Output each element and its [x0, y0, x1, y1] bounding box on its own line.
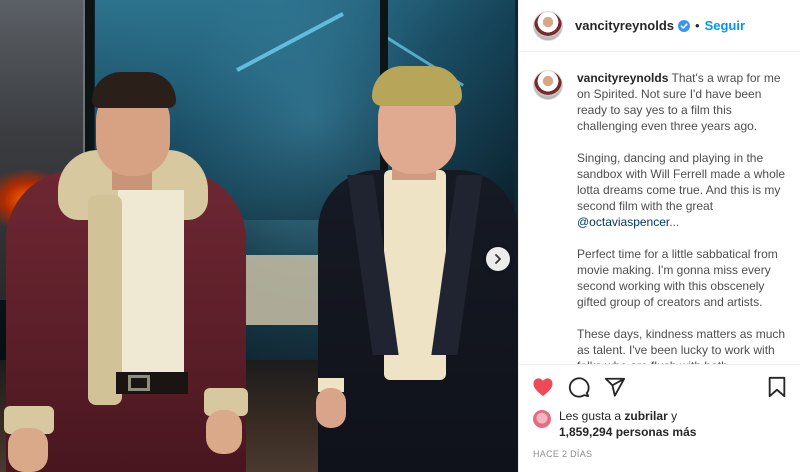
separator-dot: • [695, 18, 700, 33]
follow-button[interactable]: Seguir [705, 18, 745, 33]
caption-username[interactable]: vancityreynolds [577, 71, 668, 85]
likes-conj: y [667, 409, 678, 423]
action-bar [519, 364, 800, 408]
liker-avatar[interactable] [533, 410, 551, 428]
post-header: vancityreynolds • Seguir [519, 0, 800, 52]
paper-plane-icon [604, 377, 626, 397]
person-left-hand [206, 410, 242, 454]
caption-comment: vancityreynolds That's a wrap for me on … [533, 70, 787, 364]
comment-bubble-icon [568, 376, 590, 398]
liker-username[interactable]: zubrilar [624, 409, 667, 423]
verified-badge-icon [678, 19, 690, 32]
comment-button[interactable] [567, 375, 591, 399]
person-left-hand [8, 428, 48, 472]
likes-count[interactable]: 1,859,294 personas más [559, 425, 696, 439]
caption-paragraph-3: Perfect time for a little sabbatical fro… [577, 247, 778, 309]
person-left-buckle [128, 375, 150, 391]
person-left-hair [92, 72, 176, 108]
caption-paragraph: Singing, dancing and playing in the sand… [577, 150, 787, 230]
likes-summary: Les gusta a zubrilar y 1,859,294 persona… [533, 408, 793, 440]
post-photo[interactable] [0, 0, 518, 472]
caption-area: vancityreynolds That's a wrap for me on … [519, 52, 800, 364]
share-button[interactable] [603, 375, 627, 399]
save-button[interactable] [765, 375, 789, 399]
avatar-image [534, 71, 562, 99]
next-photo-button[interactable] [486, 247, 510, 271]
avatar[interactable] [533, 70, 563, 100]
caption-paragraph-2: Singing, dancing and playing in the sand… [577, 151, 786, 213]
caption-paragraph-4: These days, kindness matters as much as … [577, 327, 786, 364]
avatar-image [534, 11, 562, 40]
caption-ellipsis: ... [669, 215, 680, 229]
person-left-belt [116, 372, 188, 394]
mention-link[interactable]: @octaviaspencer [577, 215, 669, 229]
chevron-right-icon [495, 254, 501, 264]
caption-text: vancityreynolds That's a wrap for me on … [577, 70, 787, 364]
likes-prefix: Les gusta a [559, 409, 625, 423]
caption-paragraph: vancityreynolds That's a wrap for me on … [577, 70, 787, 134]
post-timestamp[interactable]: HACE 2 DÍAS [533, 449, 592, 459]
heart-filled-icon [533, 377, 553, 396]
username-link[interactable]: vancityreynolds [575, 18, 674, 33]
likes-text: Les gusta a zubrilar y 1,859,294 persona… [559, 408, 696, 440]
like-button[interactable] [531, 375, 555, 399]
person-right-hand [316, 388, 346, 428]
post-side-panel: vancityreynolds • Seguir vancityreynolds… [518, 0, 800, 472]
bookmark-icon [768, 376, 786, 397]
avatar[interactable] [533, 10, 563, 41]
person-left-shirt [118, 190, 184, 380]
person-right-hair [372, 66, 462, 106]
